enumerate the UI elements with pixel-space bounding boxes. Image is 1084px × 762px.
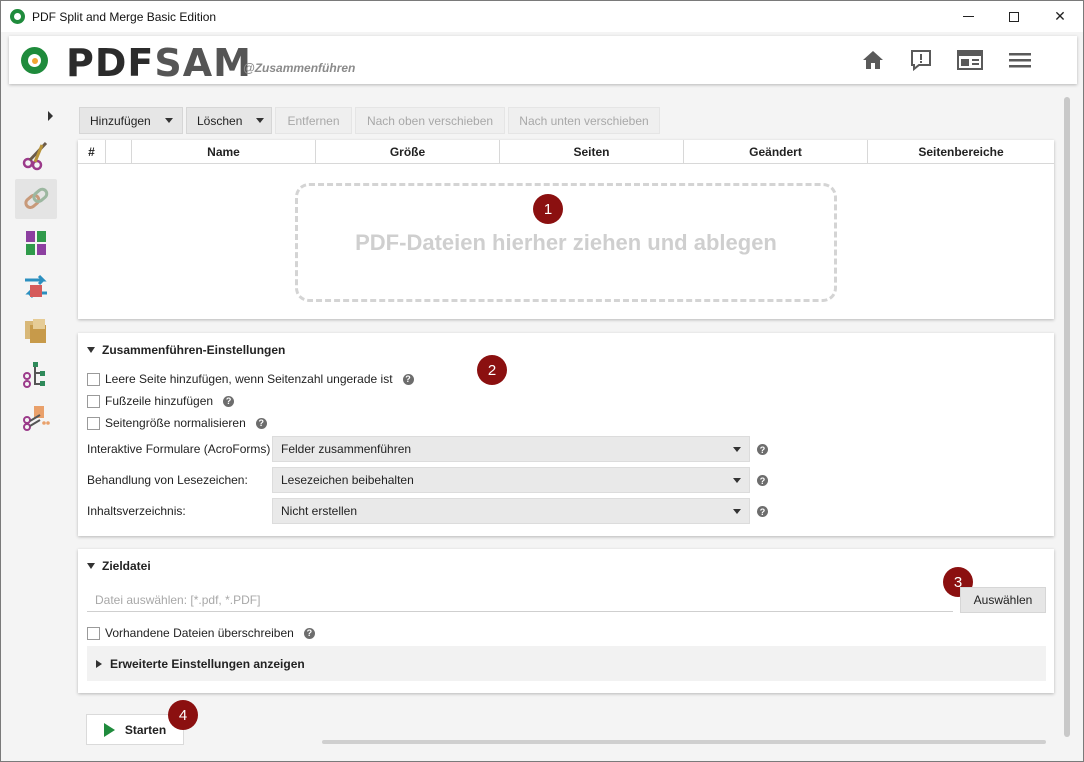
normalize-checkbox[interactable]	[87, 416, 100, 430]
feedback-icon[interactable]	[908, 48, 934, 72]
rotate-icon[interactable]	[15, 267, 57, 307]
overwrite-checkbox[interactable]	[87, 626, 100, 640]
merge-icon[interactable]	[15, 179, 57, 219]
column-index[interactable]: #	[78, 140, 106, 164]
column-pages[interactable]: Seiten	[500, 140, 684, 164]
footer-label: Fußzeile hinzufügen	[105, 394, 214, 408]
destination-title[interactable]: Zieldatei	[102, 559, 151, 573]
home-icon[interactable]	[860, 48, 886, 72]
help-icon[interactable]: ?	[303, 627, 315, 639]
footer-checkbox[interactable]	[87, 394, 100, 408]
help-icon[interactable]: ?	[757, 506, 768, 517]
vertical-scroll-thumb[interactable]	[1064, 97, 1070, 737]
app-window: PDF Split and Merge Basic Edition ✕ PDFS…	[0, 0, 1084, 762]
column-name[interactable]: Name	[132, 140, 316, 164]
title-bar: PDF Split and Merge Basic Edition ✕	[1, 1, 1083, 32]
chevron-down-icon	[733, 509, 741, 514]
logo-text-pdf: PDF	[66, 41, 155, 85]
maximize-button[interactable]	[991, 1, 1037, 32]
help-icon[interactable]: ?	[757, 475, 768, 486]
annotation-badge-4: 4	[168, 700, 198, 730]
vertical-scrollbar[interactable]	[1063, 97, 1071, 753]
help-icon[interactable]: ?	[223, 395, 235, 407]
minimize-button[interactable]	[945, 1, 991, 32]
clear-button[interactable]: Löschen	[186, 107, 272, 134]
add-button-label: Hinzufügen	[90, 113, 151, 128]
play-icon	[103, 722, 115, 737]
alternate-mix-icon[interactable]	[15, 223, 57, 263]
pdfsam-logo-icon	[21, 47, 48, 74]
blank-page-checkbox[interactable]	[87, 372, 100, 386]
toc-select[interactable]: Nicht erstellen	[272, 498, 750, 524]
blank-page-label: Leere Seite hinzufügen, wenn Seitenzahl …	[105, 372, 393, 386]
add-button[interactable]: Hinzufügen	[79, 107, 183, 134]
chevron-down-icon	[733, 447, 741, 452]
chevron-down-icon	[733, 478, 741, 483]
add-dropdown-icon	[164, 118, 173, 123]
column-modified[interactable]: Geändert	[684, 140, 868, 164]
acroforms-label: Interaktive Formulare (AcroForms)	[87, 442, 271, 456]
collapse-destination-icon[interactable]	[87, 563, 95, 569]
collapse-settings-icon[interactable]	[87, 347, 95, 353]
news-icon[interactable]	[957, 48, 983, 72]
annotation-badge-1: 1	[533, 194, 563, 224]
expand-advanced-icon	[96, 660, 102, 668]
move-up-button[interactable]: Nach oben verschieben	[355, 107, 505, 134]
close-button[interactable]: ✕	[1037, 1, 1083, 32]
toc-label: Inhaltsverzeichnis:	[87, 504, 186, 518]
maximize-icon	[1009, 11, 1019, 22]
split-by-size-icon[interactable]	[15, 399, 57, 439]
acroforms-value: Felder zusammenführen	[281, 442, 412, 456]
toc-value: Nicht erstellen	[281, 504, 358, 518]
extract-icon[interactable]	[15, 311, 57, 351]
move-down-button[interactable]: Nach unten verschieben	[508, 107, 660, 134]
destination-file-input[interactable]	[87, 588, 953, 612]
logo-text-sam: SAM	[154, 41, 252, 85]
file-table: # Name Größe Seiten Geändert Seitenberei…	[78, 140, 1054, 319]
help-icon[interactable]: ?	[255, 417, 267, 429]
overwrite-label: Vorhandene Dateien überschreiben	[105, 626, 294, 640]
normalize-label: Seitengröße normalisieren	[105, 416, 246, 430]
bookmarks-select[interactable]: Lesezeichen beibehalten	[272, 467, 750, 493]
module-sidebar	[9, 97, 69, 757]
clear-button-label: Löschen	[197, 113, 243, 128]
overwrite-option[interactable]: Vorhandene Dateien überschreiben ?	[87, 626, 315, 640]
normalize-option[interactable]: Seitengröße normalisieren ?	[87, 416, 267, 430]
annotation-badge-2: 2	[477, 355, 507, 385]
current-module-label: @Zusammenführen	[243, 61, 356, 75]
split-icon[interactable]	[15, 135, 57, 175]
column-status[interactable]	[106, 140, 132, 164]
blank-page-option[interactable]: Leere Seite hinzufügen, wenn Seitenzahl …	[87, 372, 414, 386]
start-button-label: Starten	[124, 722, 167, 737]
app-icon	[10, 9, 25, 24]
app-logo-text: PDFSAM	[66, 41, 252, 85]
horizontal-scrollbar[interactable]	[322, 740, 1046, 744]
column-size[interactable]: Größe	[316, 140, 500, 164]
close-icon: ✕	[1054, 8, 1066, 24]
acroforms-select[interactable]: Felder zusammenführen	[272, 436, 750, 462]
help-icon[interactable]: ?	[402, 373, 414, 385]
pdf-dropzone[interactable]: PDF-Dateien hierher ziehen und ablegen	[295, 183, 837, 302]
window-title: PDF Split and Merge Basic Edition	[32, 10, 217, 24]
advanced-settings-label: Erweiterte Einstellungen anzeigen	[110, 657, 305, 671]
help-icon[interactable]: ?	[757, 444, 768, 455]
expand-sidebar-icon[interactable]	[48, 111, 53, 121]
merge-settings-title[interactable]: Zusammenführen-Einstellungen	[102, 343, 285, 357]
remove-button[interactable]: Entfernen	[275, 107, 352, 134]
menu-icon[interactable]	[1007, 48, 1033, 72]
clear-dropdown-icon	[256, 118, 265, 123]
minimize-icon	[962, 16, 974, 17]
bookmarks-label: Behandlung von Lesezeichen:	[87, 473, 248, 487]
browse-button[interactable]: Auswählen	[960, 587, 1046, 613]
footer-option[interactable]: Fußzeile hinzufügen ?	[87, 394, 235, 408]
app-header: PDFSAM @Zusammenführen	[9, 36, 1077, 85]
split-by-bookmarks-icon[interactable]	[15, 355, 57, 395]
column-page-ranges[interactable]: Seitenbereiche	[868, 140, 1054, 164]
table-header: # Name Größe Seiten Geändert Seitenberei…	[78, 140, 1054, 164]
bookmarks-value: Lesezeichen beibehalten	[281, 473, 414, 487]
